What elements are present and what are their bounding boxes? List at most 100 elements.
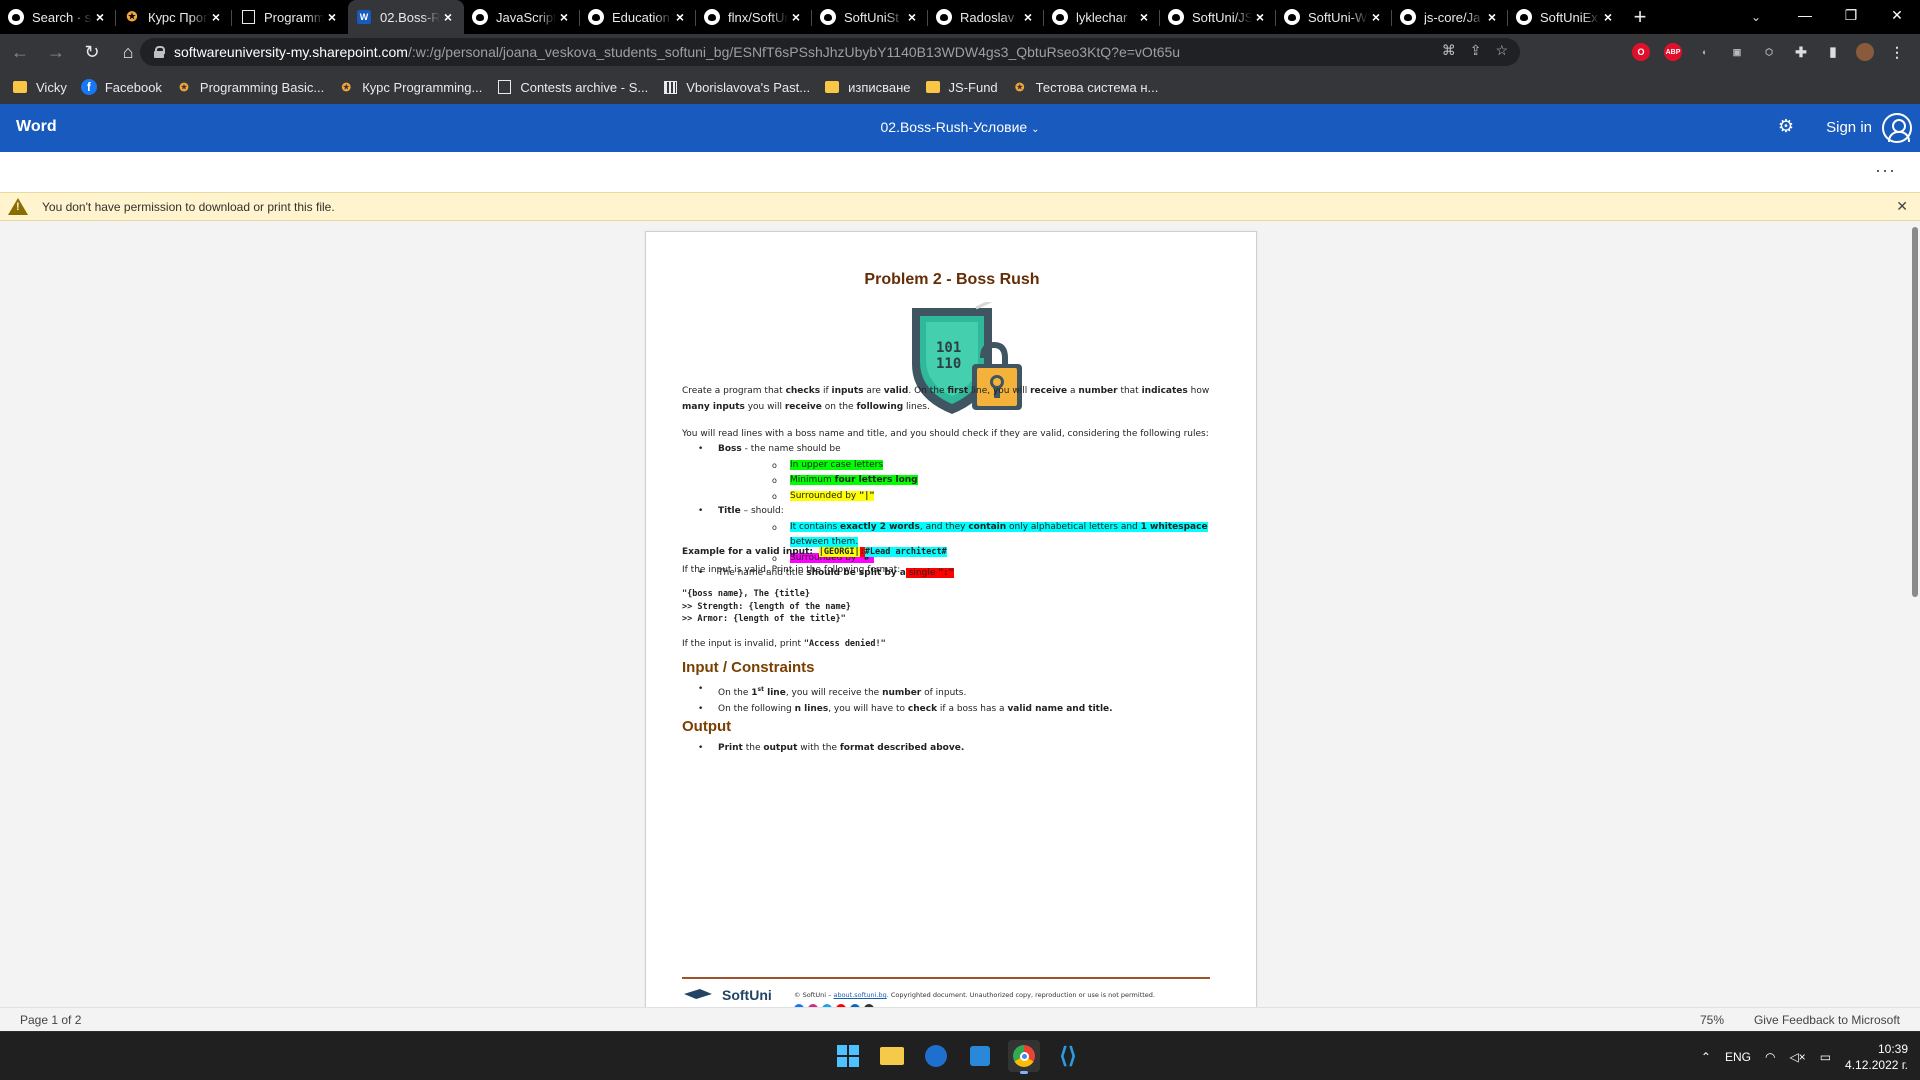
close-tab-icon[interactable]: × bbox=[904, 9, 920, 25]
bookmark-item[interactable]: изписване bbox=[824, 79, 911, 95]
list-item: Surrounded by "|" bbox=[718, 489, 1222, 505]
bookmark-item[interactable]: ✪ Programming Basic... bbox=[176, 79, 324, 95]
sign-in-button[interactable]: Sign in bbox=[1826, 119, 1872, 136]
browser-tab[interactable]: js-core/Ja × bbox=[1392, 0, 1508, 34]
battery-icon[interactable]: ▭ bbox=[1820, 1050, 1831, 1064]
close-window-icon[interactable]: ✕ bbox=[1874, 0, 1920, 30]
store-icon[interactable] bbox=[964, 1040, 996, 1072]
browser-tab-active[interactable]: W 02.Boss-Rush × bbox=[348, 0, 464, 34]
side-panel-icon[interactable]: ▮ bbox=[1824, 43, 1842, 61]
browser-tab[interactable]: SoftUni-W × bbox=[1276, 0, 1392, 34]
footer-link[interactable]: about.softuni.bg bbox=[833, 991, 886, 999]
browser-tab[interactable]: ✪ Курс Програмиране × bbox=[116, 0, 232, 34]
url-path: /:w:/g/personal/joana_veskova_students_s… bbox=[407, 44, 1181, 60]
bookmark-item[interactable]: f Facebook bbox=[80, 79, 162, 95]
puzzle-icon[interactable]: ✚ bbox=[1792, 43, 1810, 61]
document-icon bbox=[240, 9, 256, 25]
browser-tab[interactable]: SoftUni/JS × bbox=[1160, 0, 1276, 34]
user-icon[interactable] bbox=[1882, 113, 1912, 143]
close-tab-icon[interactable]: × bbox=[672, 9, 688, 25]
minimize-icon[interactable]: — bbox=[1782, 0, 1828, 30]
tab-title: SoftUniSt bbox=[844, 9, 899, 25]
list-item: In upper case letters bbox=[718, 458, 1222, 474]
browser-tab[interactable]: Search · softuni × bbox=[0, 0, 116, 34]
browser-tab[interactable]: Education × bbox=[580, 0, 696, 34]
close-tab-icon[interactable]: × bbox=[1368, 9, 1384, 25]
badge-text-2: 110 bbox=[936, 356, 961, 372]
document-title[interactable]: 02.Boss-Rush-Условие ⌄ bbox=[0, 119, 1920, 135]
tab-title: SoftUni-W bbox=[1308, 9, 1368, 25]
close-tab-icon[interactable]: × bbox=[92, 9, 108, 25]
vscode-icon[interactable]: ⟨⟩ bbox=[1052, 1040, 1084, 1072]
browser-tab[interactable]: SoftUniSt × bbox=[812, 0, 928, 34]
opera-extension-icon[interactable]: O bbox=[1632, 43, 1650, 61]
forward-icon[interactable]: → bbox=[40, 36, 72, 68]
back-icon[interactable]: ← bbox=[4, 36, 36, 68]
bookmark-star-icon[interactable]: ☆ bbox=[1495, 42, 1508, 59]
address-bar[interactable]: softwareuniversity-my.sharepoint.com/:w:… bbox=[140, 38, 1520, 66]
file-explorer-icon[interactable] bbox=[876, 1040, 908, 1072]
translate-icon[interactable]: ⌘ bbox=[1442, 42, 1456, 59]
bookmark-item[interactable]: ✪ Тестова система н... bbox=[1012, 79, 1158, 95]
browser-tab[interactable]: SoftUniEx × bbox=[1508, 0, 1624, 34]
bookmark-item[interactable]: Contests archive - S... bbox=[496, 79, 648, 95]
close-tab-icon[interactable]: × bbox=[1136, 9, 1152, 25]
close-tab-icon[interactable]: × bbox=[788, 9, 804, 25]
bookmark-item[interactable]: ✪ Курс Programming... bbox=[338, 79, 483, 95]
github-icon bbox=[820, 9, 836, 25]
browser-tab[interactable]: JavaScript × bbox=[464, 0, 580, 34]
clock[interactable]: 10:39 4.12.2022 г. bbox=[1845, 1041, 1908, 1073]
folder-icon bbox=[824, 79, 840, 95]
language-indicator[interactable]: ENG bbox=[1725, 1050, 1751, 1064]
extension-icon[interactable]: ◐ bbox=[1696, 43, 1714, 61]
close-tab-icon[interactable]: × bbox=[324, 9, 340, 25]
profile-avatar[interactable] bbox=[1856, 43, 1874, 61]
chrome-icon[interactable] bbox=[1008, 1040, 1040, 1074]
footer-divider bbox=[682, 977, 1210, 979]
close-tab-icon[interactable]: × bbox=[1484, 9, 1500, 25]
browser-tab[interactable]: lyklechar × bbox=[1044, 0, 1160, 34]
bookmark-item[interactable]: JS-Fund bbox=[925, 79, 998, 95]
document-canvas[interactable]: Problem 2 - Boss Rush 101 110 Create a p… bbox=[0, 221, 1920, 1007]
vertical-scrollbar[interactable] bbox=[1912, 227, 1918, 597]
close-infobar-icon[interactable]: ✕ bbox=[1896, 198, 1908, 215]
close-tab-icon[interactable]: × bbox=[1252, 9, 1268, 25]
remote-desktop-icon[interactable] bbox=[920, 1040, 952, 1072]
restore-icon[interactable]: ❐ bbox=[1828, 0, 1874, 30]
extension-icon[interactable]: ▣ bbox=[1728, 43, 1746, 61]
bookmark-item[interactable]: Vborislavova's Past... bbox=[662, 79, 810, 95]
system-tray: ⌃ ENG ◠ ◁× ▭ 10:39 4.12.2022 г. bbox=[1701, 1032, 1908, 1080]
browser-tab[interactable]: Programming × bbox=[232, 0, 348, 34]
windows-start-icon[interactable] bbox=[832, 1040, 864, 1072]
chevron-up-icon[interactable]: ⌃ bbox=[1701, 1050, 1711, 1064]
list-item: Boss - the name should be In upper case … bbox=[682, 442, 1222, 504]
close-tab-icon[interactable]: × bbox=[1020, 9, 1036, 25]
menu-icon[interactable]: ⋮ bbox=[1888, 43, 1906, 61]
grid-icon bbox=[662, 79, 678, 95]
volume-icon[interactable]: ◁× bbox=[1789, 1050, 1805, 1064]
reload-icon[interactable]: ↻ bbox=[76, 36, 108, 68]
github-icon bbox=[1052, 9, 1068, 25]
adblock-extension-icon[interactable]: ABP bbox=[1664, 43, 1682, 61]
github-icon bbox=[472, 9, 488, 25]
browser-tab[interactable]: Radoslav × bbox=[928, 0, 1044, 34]
close-tab-icon[interactable]: × bbox=[440, 9, 456, 25]
cube-extension-icon[interactable]: ⬡ bbox=[1760, 43, 1778, 61]
share-icon[interactable]: ⇪ bbox=[1470, 42, 1482, 59]
close-tab-icon[interactable]: × bbox=[1600, 9, 1616, 25]
softuni-icon: ✪ bbox=[179, 81, 189, 94]
wifi-icon[interactable]: ◠ bbox=[1765, 1050, 1775, 1064]
lock-icon[interactable] bbox=[154, 46, 165, 58]
zoom-level[interactable]: 75% bbox=[1700, 1013, 1724, 1027]
browser-tab[interactable]: flnx/SoftUni × bbox=[696, 0, 812, 34]
feedback-link[interactable]: Give Feedback to Microsoft bbox=[1754, 1013, 1900, 1027]
new-tab-button[interactable]: + bbox=[1624, 0, 1656, 34]
windows-taskbar: ⟨⟩ ⌃ ENG ◠ ◁× ▭ 10:39 4.12.2022 г. bbox=[0, 1031, 1920, 1080]
close-tab-icon[interactable]: × bbox=[208, 9, 224, 25]
tab-search-icon[interactable]: ⌄ bbox=[1742, 4, 1770, 30]
close-tab-icon[interactable]: × bbox=[556, 9, 572, 25]
gear-icon[interactable]: ⚙ bbox=[1778, 116, 1794, 137]
example-line: Example for a valid input: |GEORGI|:#Lea… bbox=[682, 547, 947, 557]
bookmark-item[interactable]: Vicky bbox=[12, 79, 67, 95]
more-options-icon[interactable]: ··· bbox=[1875, 160, 1896, 181]
